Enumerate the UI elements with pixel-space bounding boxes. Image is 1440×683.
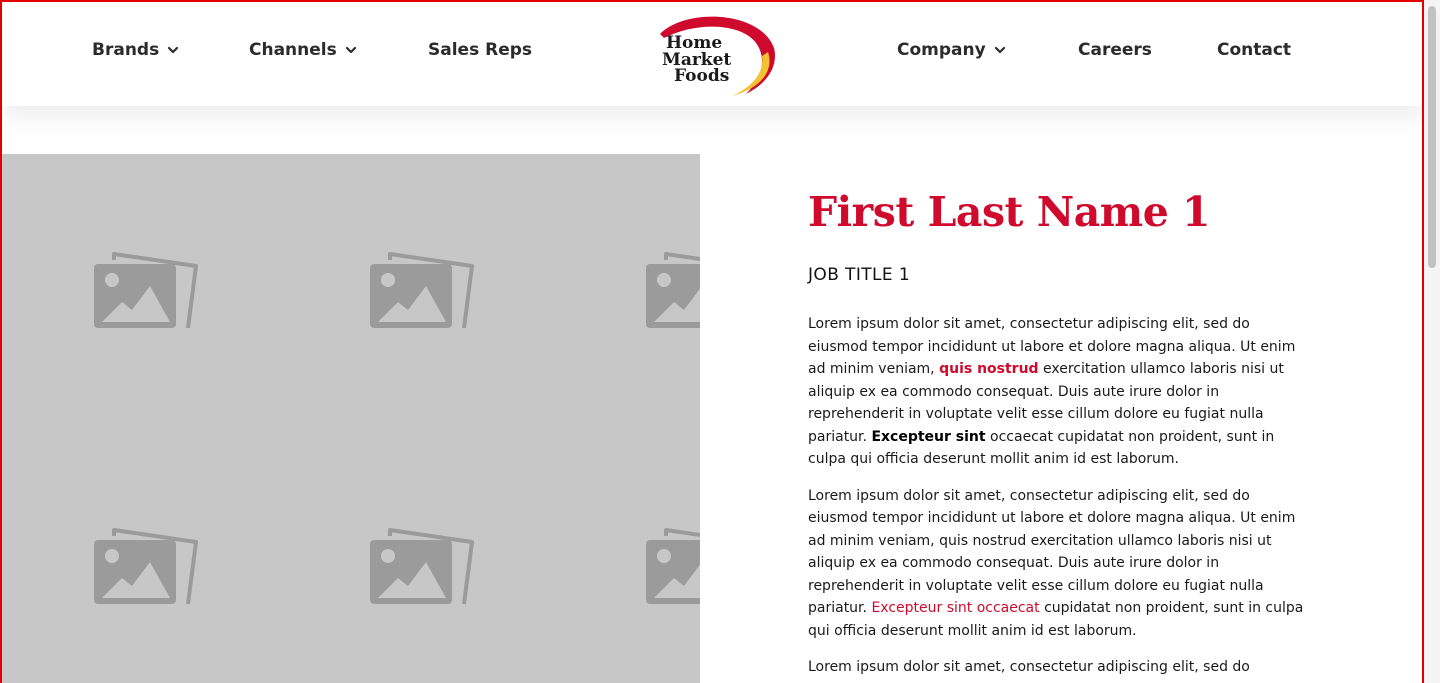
nav-brands[interactable]: Brands xyxy=(92,40,179,60)
chevron-down-icon xyxy=(994,46,1005,54)
page-frame: Brands Channels Sales Reps Home Market F… xyxy=(0,0,1424,683)
bio-bold-text: Excepteur sint xyxy=(871,428,986,445)
nav-company[interactable]: Company xyxy=(897,40,1006,60)
image-placeholder-icon xyxy=(370,528,474,605)
home-market-foods-logo[interactable]: Home Market Foods xyxy=(650,12,778,98)
scrollbar-thumb[interactable] xyxy=(1428,6,1436,268)
image-placeholder-icon xyxy=(94,252,198,329)
bio-paragraph-1: Lorem ipsum dolor sit amet, consectetur … xyxy=(808,313,1306,471)
profile-bio: Lorem ipsum dolor sit amet, consectetur … xyxy=(808,313,1306,683)
bio-paragraph-2: Lorem ipsum dolor sit amet, consectetur … xyxy=(808,485,1306,643)
profile-name: First Last Name 1 xyxy=(808,188,1211,236)
page-scrollbar[interactable] xyxy=(1424,0,1440,683)
bio-text: Lorem ipsum dolor sit amet, consectetur … xyxy=(808,487,1296,617)
bio-link-excepteur[interactable]: Excepteur sint occaecat xyxy=(871,600,1039,616)
nav-sales-reps-label: Sales Reps xyxy=(428,40,533,60)
nav-channels-label: Channels xyxy=(249,40,337,60)
nav-contact[interactable]: Contact xyxy=(1217,40,1291,60)
nav-sales-reps[interactable]: Sales Reps xyxy=(428,40,532,60)
image-placeholder-icon xyxy=(94,528,198,605)
bio-link-quis-nostrud[interactable]: quis nostrud xyxy=(939,361,1039,377)
image-placeholder-icon xyxy=(646,252,700,328)
chevron-down-icon xyxy=(345,46,356,54)
image-placeholder-icon xyxy=(370,252,474,329)
nav-careers[interactable]: Careers xyxy=(1078,40,1152,60)
image-placeholder-icon xyxy=(646,528,700,604)
bio-paragraph-3: Lorem ipsum dolor sit amet, consectetur … xyxy=(808,659,1250,683)
nav-careers-label: Careers xyxy=(1078,40,1152,60)
site-header: Brands Channels Sales Reps Home Market F… xyxy=(2,2,1422,106)
nav-channels[interactable]: Channels xyxy=(249,40,357,60)
nav-contact-label: Contact xyxy=(1217,40,1292,60)
nav-brands-label: Brands xyxy=(92,40,160,60)
profile-job-title: JOB TITLE 1 xyxy=(808,265,911,285)
logo-word-foods: Foods xyxy=(674,66,729,86)
profile-image-placeholder xyxy=(2,154,700,683)
nav-company-label: Company xyxy=(897,40,986,60)
chevron-down-icon xyxy=(168,46,179,54)
